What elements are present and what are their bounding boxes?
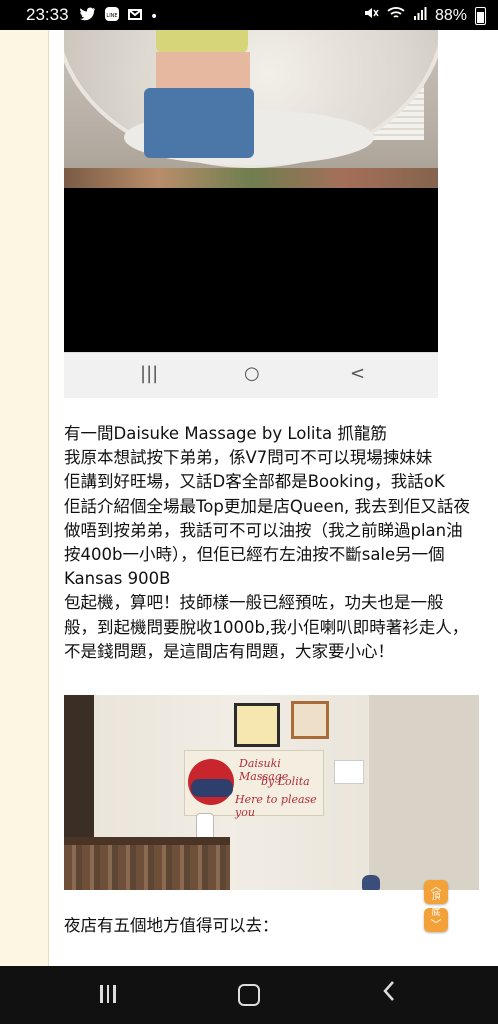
shop-counter: [64, 845, 230, 890]
system-nav-bar: [0, 966, 498, 1024]
back-button[interactable]: [382, 980, 396, 1008]
battery-icon: [475, 6, 486, 25]
shop-sign: Daisuki Massage by Lolita Here to please…: [184, 750, 324, 819]
dot-icon: •: [150, 8, 159, 25]
counter-top: [64, 837, 230, 845]
status-bar: 23:33 LINE • 88%: [0, 0, 498, 30]
sign-line-3: Here to please you: [235, 793, 317, 819]
article-line: 我原本想試按下弟弟，係V7問可不可以現場揀妹妹: [64, 448, 433, 468]
article-line: 做唔到按弟弟，我話可不可以油按（我之前睇過plan油: [64, 520, 463, 540]
article-body: 有一間Daisuke Massage by Lolita 抓龍筋 我原本想試按下…: [64, 422, 484, 664]
shop-logo-wave: [191, 779, 233, 797]
article-line: 按400b一小時），但佢已經冇左油按不斷sale另一個: [64, 545, 445, 565]
article-line: 不是錢問題，是這間店有問題，大家要小心！: [64, 641, 394, 661]
mute-icon: [363, 5, 379, 26]
chevron-up-icon: ︿: [430, 880, 442, 893]
sign-line-2: by Lolita: [261, 775, 310, 788]
scroll-top-label: 頂: [431, 892, 441, 902]
recents-button[interactable]: [100, 985, 120, 1007]
mirror-photo[interactable]: [64, 30, 438, 188]
person-waist: [156, 52, 250, 92]
twitter-icon: [80, 7, 96, 26]
shop-shelf: [291, 701, 329, 739]
back-icon: <: [350, 363, 366, 384]
scroll-bottom-label: 底: [431, 908, 441, 918]
shop-picture-frame: [234, 703, 280, 747]
wifi-icon: [387, 6, 405, 25]
article-line: 包起機，算吧！技師樣一般已經預咗，功夫也是一般: [64, 593, 444, 613]
article-line: 般，到起機問要脫收1000b,我小佢喇叭即時著衫走人，: [64, 617, 469, 637]
line-icon: LINE: [104, 6, 120, 27]
person-jeans: [144, 88, 254, 158]
system-status-icons: 88%: [363, 5, 486, 26]
article-line: 佢話介紹個全場最Top更加是店Queen, 我去到佢又話夜: [64, 496, 471, 516]
svg-text:LINE: LINE: [106, 13, 117, 19]
embedded-nav-bar: ||| ○ <: [64, 352, 438, 398]
notification-icons: LINE •: [80, 6, 158, 27]
shop-notice: [334, 760, 364, 784]
embedded-screenshot-black: [64, 188, 438, 352]
home-button[interactable]: [238, 984, 260, 1006]
home-icon: ○: [244, 363, 260, 384]
status-time: 23:33: [26, 5, 69, 24]
flower-strip: [64, 168, 438, 188]
article-line: 有一間Daisuke Massage by Lolita 抓龍筋: [64, 424, 387, 443]
scroll-to-bottom-button[interactable]: 底 ﹀: [424, 908, 448, 932]
article-line: 佢講到好旺場，又話D客全部都是Booking，我話oK: [64, 472, 445, 492]
gmail-icon: [128, 7, 142, 26]
article-line: Kansas 900B: [64, 569, 171, 589]
closing-text: 夜店有五個地方值得可以去：: [64, 916, 279, 935]
shop-photo[interactable]: Daisuki Massage by Lolita Here to please…: [64, 695, 479, 890]
signal-icon: [413, 6, 427, 25]
battery-percent: 88%: [434, 6, 467, 24]
web-page: ||| ○ < 有一間Daisuke Massage by Lolita 抓龍筋…: [0, 30, 498, 966]
shop-wall: [369, 695, 479, 890]
shop-vase: [362, 875, 380, 890]
page-left-margin: [0, 30, 49, 966]
scroll-to-top-button[interactable]: ︿ 頂: [424, 880, 448, 904]
recents-icon: |||: [140, 363, 159, 384]
chevron-down-icon: ﹀: [430, 918, 442, 931]
